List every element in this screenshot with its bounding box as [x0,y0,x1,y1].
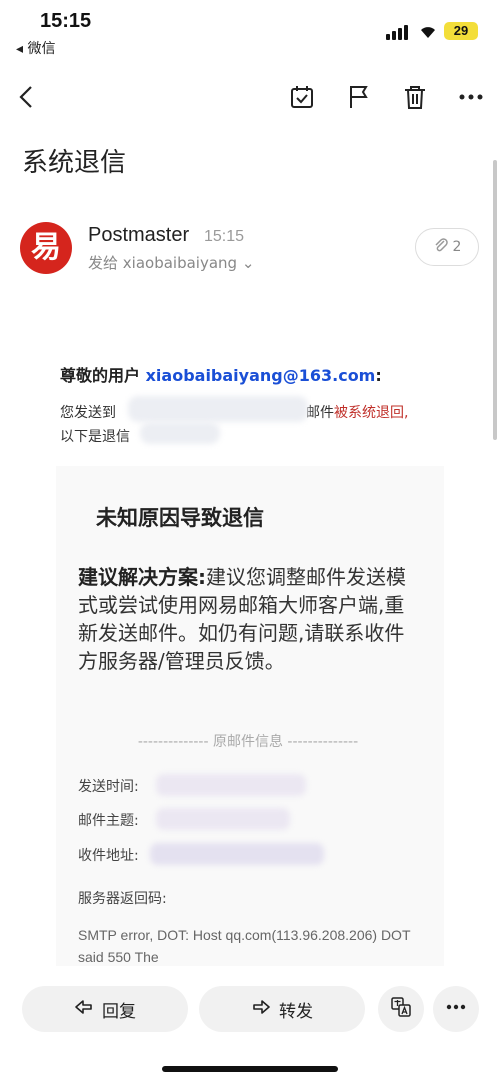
wifi-icon [418,22,438,40]
greeting-prefix: 尊敬的用户 [60,366,141,385]
advice-label: 建议解决方案: [78,565,206,589]
flag-icon[interactable] [344,82,374,112]
forward-button[interactable]: 转发 [199,986,365,1032]
to-prefix: 发给 [88,254,119,272]
greeting-suffix: : [375,366,382,385]
sender-name[interactable]: Postmaster [88,224,189,247]
attachment-button[interactable]: 2 [415,228,479,266]
translate-icon [389,995,413,1023]
redacted-recipient [128,396,308,422]
back-to-wechat[interactable]: ◂ 微信 [16,38,55,58]
email-subject: 系统退信 [22,148,127,178]
mark-done-icon[interactable] [287,82,317,112]
scrollbar[interactable] [493,160,497,440]
greeting: 尊敬的用户 xiaobaibaiyang@163.com: [60,362,382,386]
forward-label: 转发 [279,1001,313,1022]
meta-recipient: 收件地址: [78,848,139,864]
original-info-divider: -------------- 原邮件信息 -------------- [137,734,359,750]
reply-label: 回复 [102,1001,136,1022]
user-email[interactable]: xiaobaibaiyang@163.com [146,366,376,385]
translate-button[interactable] [378,986,424,1032]
card-title: 未知原因导致退信 [96,506,264,530]
bounce-status: 被系统退回, [334,405,409,421]
sent-time: 15:15 [204,228,245,245]
trash-icon[interactable] [400,82,430,112]
more-icon [444,995,468,1023]
meta-send-time: 发送时间: [78,779,139,795]
recipient-name: xiaobaibaiyang [122,254,238,272]
meta-subject: 邮件主题: [78,813,139,829]
chevron-down-icon: ⌄ [241,254,255,272]
recipient-line[interactable]: 发给 xiaobaibaiyang ⌄ [88,252,254,273]
reply-icon [74,997,94,1022]
status-time: 15:15 [40,10,92,32]
redacted-info [140,422,220,444]
avatar[interactable]: 易 [20,222,72,274]
redacted-recipient-address [150,843,324,865]
signal-icon [386,24,410,40]
more-actions-button[interactable] [433,986,479,1032]
info-line: 以下是退信 [60,429,130,445]
redacted-subject [156,808,290,830]
paperclip-icon [433,237,449,257]
line1-mid: 邮件 [306,405,334,421]
battery-icon: 29 [444,22,478,40]
forward-icon [251,997,271,1022]
attachment-count: 2 [452,239,462,255]
line1-prefix: 您发送到 [60,405,116,421]
server-code-label: 服务器返回码: [78,891,167,907]
home-indicator[interactable] [162,1066,338,1072]
advice-text: 建议解决方案:建议您调整邮件发送模式或尝试使用网易邮箱大师客户端,重新发送邮件。… [78,563,418,675]
reply-button[interactable]: 回复 [22,986,188,1032]
back-icon[interactable] [12,82,42,112]
redacted-send-time [156,774,306,796]
smtp-error: SMTP error, DOT: Host qq.com(113.96.208.… [78,927,411,965]
more-icon[interactable] [456,82,486,112]
